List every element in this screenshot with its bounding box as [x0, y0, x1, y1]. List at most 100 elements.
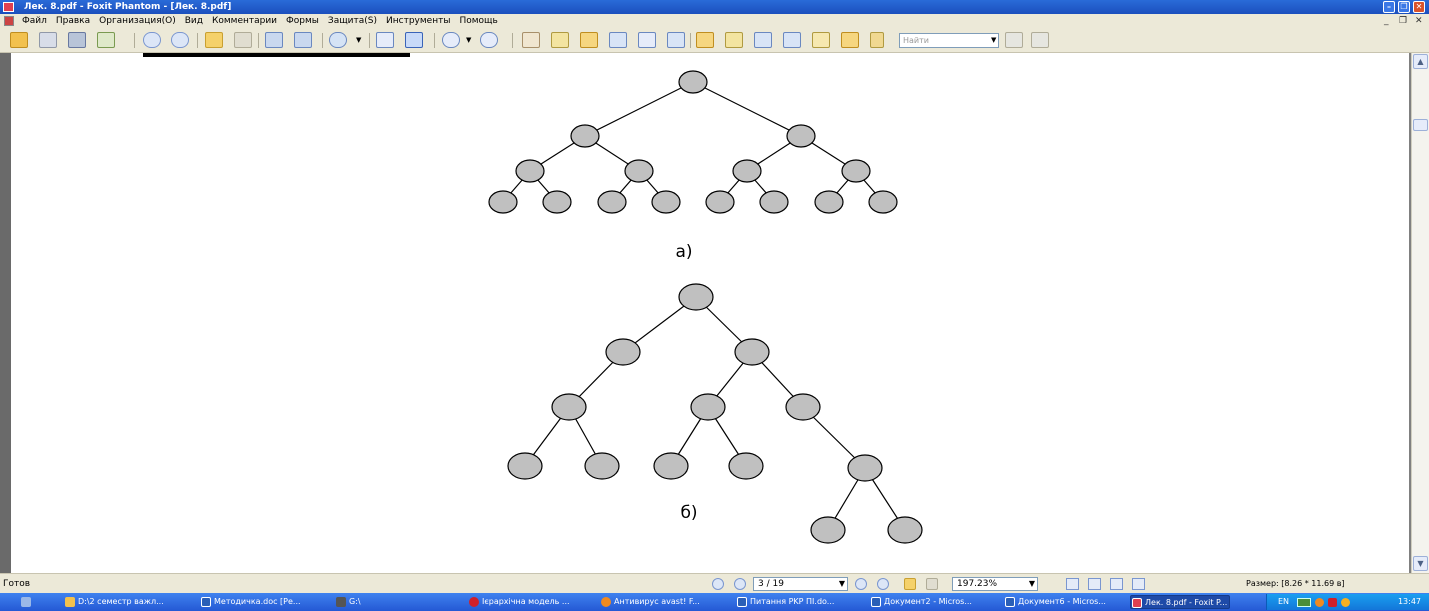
pencil-icon[interactable]	[841, 32, 859, 48]
save-icon[interactable]	[39, 32, 57, 48]
page-number-input[interactable]: 3 / 19 ▼	[753, 577, 848, 591]
find-previous-icon[interactable]	[1005, 32, 1023, 48]
tree-b-leaf	[584, 452, 620, 480]
email-icon[interactable]	[97, 32, 115, 48]
menu-edit[interactable]: Правка	[56, 14, 90, 28]
image-icon[interactable]	[754, 32, 772, 48]
zoom-out-icon[interactable]	[442, 32, 460, 48]
word-icon	[1005, 597, 1015, 607]
alert-tray-icon[interactable]	[1328, 598, 1337, 607]
title-bar: Лек. 8.pdf - Foxit Phantom - [Лек. 8.pdf…	[0, 0, 1429, 14]
first-page-icon[interactable]	[712, 578, 724, 590]
task-opera[interactable]: Ієрархічна модель ...	[468, 595, 593, 609]
menu-view[interactable]: Вид	[185, 14, 203, 28]
find-icon[interactable]	[609, 32, 627, 48]
scroll-thumb[interactable]	[1413, 119, 1428, 131]
textbox-icon[interactable]	[783, 32, 801, 48]
task-drive-g[interactable]: G:\	[335, 595, 455, 609]
task-foxit-active[interactable]: Лек. 8.pdf - Foxit P...	[1130, 595, 1230, 609]
menu-comments[interactable]: Комментарии	[212, 14, 277, 28]
avast-tray-icon[interactable]	[1315, 598, 1324, 607]
rotate-right-icon[interactable]	[294, 32, 312, 48]
find-input[interactable]: Найти	[899, 33, 999, 48]
language-indicator[interactable]: EN	[1278, 593, 1289, 611]
minimize-button[interactable]: –	[1383, 1, 1395, 13]
zoom-level-dropdown-icon[interactable]: ▼	[1029, 578, 1035, 590]
forward-icon[interactable]	[234, 32, 252, 48]
find-dropdown-icon[interactable]: ▼	[991, 36, 996, 44]
menu-protect[interactable]: Защита(S)	[328, 14, 377, 28]
doc-close-button[interactable]: ✕	[1415, 14, 1423, 28]
page-number: 3 / 19	[758, 579, 784, 589]
quick-launch-icon[interactable]	[20, 595, 40, 609]
highlight-icon[interactable]	[812, 32, 830, 48]
forward-status-icon[interactable]	[926, 578, 938, 590]
task-metodichka[interactable]: Методичка.doc [Ре...	[200, 595, 325, 609]
zoom-out-dropdown-icon[interactable]: ▼	[466, 36, 471, 44]
menu-help[interactable]: Помощь	[459, 14, 497, 28]
word-icon	[737, 597, 747, 607]
rotate-left-icon[interactable]	[265, 32, 283, 48]
tree-a-nodes	[488, 70, 898, 214]
menu-tools[interactable]: Инструменты	[386, 14, 450, 28]
single-page-icon[interactable]	[1066, 578, 1079, 590]
drive-icon	[336, 597, 346, 607]
print-icon[interactable]	[68, 32, 86, 48]
last-page-icon[interactable]	[877, 578, 889, 590]
tree-a-node	[732, 159, 762, 183]
open-icon[interactable]	[10, 32, 28, 48]
back-icon[interactable]	[205, 32, 223, 48]
taskbar: D:\2 семестр важл... Методичка.doc [Ре..…	[0, 593, 1429, 611]
zoom-in-icon[interactable]	[329, 32, 347, 48]
attachment-icon[interactable]	[696, 32, 714, 48]
zoom-plus-icon[interactable]	[480, 32, 498, 48]
vertical-scrollbar[interactable]: ▲ ▼	[1411, 53, 1429, 573]
tree-a-node	[570, 124, 600, 148]
close-button[interactable]: ✕	[1413, 1, 1425, 13]
select-text-icon[interactable]	[551, 32, 569, 48]
back-status-icon[interactable]	[904, 578, 916, 590]
tree-figures: а) б)	[488, 70, 923, 544]
task-document6[interactable]: Документ6 - Micros...	[1004, 595, 1124, 609]
fit-width-icon[interactable]	[405, 32, 423, 48]
tree-a-leaf	[488, 190, 518, 214]
doc-minimize-button[interactable]: _	[1384, 14, 1389, 28]
doc-restore-button[interactable]: ❐	[1399, 14, 1407, 28]
scroll-up-button[interactable]: ▲	[1413, 54, 1428, 69]
prev-page-icon[interactable]	[734, 578, 746, 590]
menu-forms[interactable]: Формы	[286, 14, 319, 28]
scroll-down-button[interactable]: ▼	[1413, 556, 1428, 571]
previous-page-icon[interactable]	[143, 32, 161, 48]
menu-file[interactable]: Файл	[22, 14, 47, 28]
task-pytannia[interactable]: Питання PKP ПІ.do...	[736, 595, 864, 609]
find-next-icon[interactable]	[1031, 32, 1049, 48]
tree-a-node	[786, 124, 816, 148]
stamp-icon[interactable]	[870, 32, 884, 48]
task-avast[interactable]: Антивирус avast! F...	[600, 595, 728, 609]
page-dropdown-icon[interactable]: ▼	[839, 578, 845, 590]
clock: 13:47	[1397, 597, 1421, 606]
zoom-input[interactable]: 197.23% ▼	[952, 577, 1038, 591]
avast-icon	[601, 597, 611, 607]
facing-icon[interactable]	[1110, 578, 1123, 590]
snapshot-icon[interactable]	[667, 32, 685, 48]
hand-tool-icon[interactable]	[522, 32, 540, 48]
typewriter-icon[interactable]	[638, 32, 656, 48]
network-icon[interactable]	[1297, 598, 1311, 607]
opera-icon	[469, 597, 479, 607]
fit-page-icon[interactable]	[376, 32, 394, 48]
zoom-dropdown-icon[interactable]: ▼	[356, 36, 361, 44]
update-tray-icon[interactable]	[1341, 598, 1350, 607]
select-tool-icon[interactable]	[580, 32, 598, 48]
note-icon[interactable]	[725, 32, 743, 48]
menu-organize[interactable]: Организация(O)	[99, 14, 176, 28]
pdf-page: а) б)	[11, 53, 1409, 573]
next-page-icon[interactable]	[171, 32, 189, 48]
tree-a-leaf	[542, 190, 572, 214]
task-folder-semester[interactable]: D:\2 семестр важл...	[64, 595, 194, 609]
restore-button[interactable]: ❐	[1398, 1, 1410, 13]
task-document2[interactable]: Документ2 - Micros...	[870, 595, 998, 609]
continuous-icon[interactable]	[1088, 578, 1101, 590]
next-page-status-icon[interactable]	[855, 578, 867, 590]
continuous-facing-icon[interactable]	[1132, 578, 1145, 590]
